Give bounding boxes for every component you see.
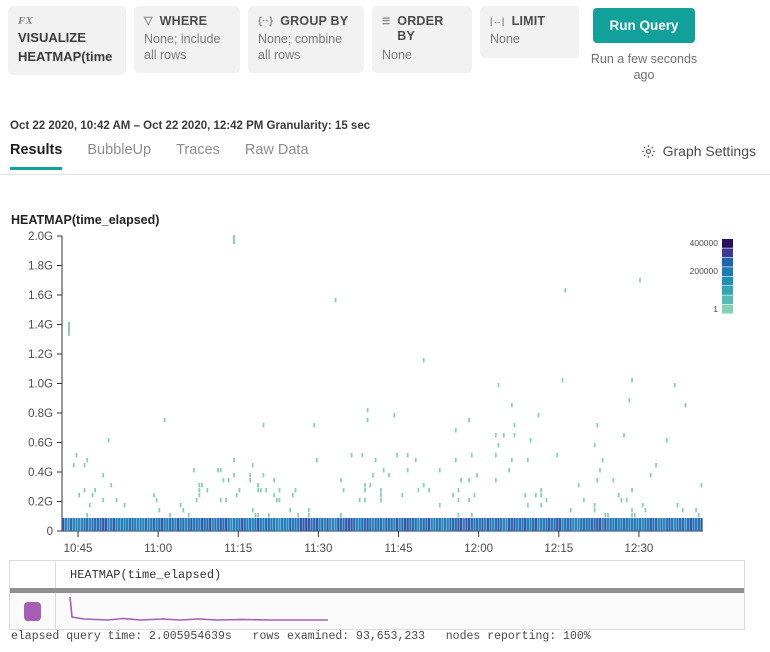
svg-text:1.8G: 1.8G [28,261,53,273]
filter-icon: ▽ [144,14,153,29]
limit-card-value: None [490,32,569,47]
svg-text:0.8G: 0.8G [28,408,53,420]
results-tab-bar: Results BubbleUp Traces Raw Data Graph S… [0,138,770,175]
svg-text:1.2G: 1.2G [28,349,53,361]
svg-text:11:00: 11:00 [144,543,172,554]
query-card-visualize[interactable]: fx VISUALIZE HEATMAP(time [8,6,126,75]
gear-icon [641,144,656,159]
limit-card-header: |↔| LIMIT [490,14,569,29]
table-row[interactable] [10,593,744,629]
svg-text:1.4G: 1.4G [28,320,53,332]
group-by-card-value: None; combine all rows [258,32,354,63]
order-by-card-header: ☰ ORDER BY [382,14,462,45]
svg-text:400000: 400000 [690,238,719,248]
order-by-card-label: ORDER BY [397,14,462,45]
query-card-order-by[interactable]: ☰ ORDER BY None [372,6,472,73]
svg-text:2.0G: 2.0G [28,231,53,243]
svg-text:12:15: 12:15 [544,543,573,554]
svg-text:11:30: 11:30 [304,543,332,554]
table-header-column-label: HEATMAP(time_elapsed) [56,568,221,582]
svg-text:10:45: 10:45 [64,543,93,554]
table-row-swatch-cell [10,593,56,629]
braces-icon: {··} [258,14,273,29]
svg-text:11:45: 11:45 [385,543,413,554]
query-card-limit[interactable]: |↔| LIMIT None [480,6,579,58]
limit-icon: |↔| [490,14,505,29]
svg-text:0.4G: 0.4G [28,467,53,479]
run-query-column: Run Query Run a few seconds ago [589,6,699,83]
query-stats-footer: elapsed query time: 2.005954639s rows ex… [11,630,591,643]
graph-settings-button[interactable]: Graph Settings [641,143,756,159]
heatmap-chart: HEATMAP(time_elapsed) 00.2G0.4G0.6G0.8G1… [0,210,770,555]
group-by-card-header: {··} GROUP BY [258,14,354,29]
run-query-status: Run a few seconds ago [589,52,699,83]
graph-settings-label: Graph Settings [663,143,756,159]
query-card-where[interactable]: ▽ WHERE None; include all rows [134,6,240,73]
visualize-card-header: fx [18,14,116,29]
svg-text:200000: 200000 [690,266,719,276]
results-table: HEATMAP(time_elapsed) [9,560,745,630]
tab-raw-data[interactable]: Raw Data [245,138,309,170]
tab-bubbleup[interactable]: BubbleUp [87,138,151,170]
tab-results[interactable]: Results [10,138,62,170]
series-color-swatch [24,602,41,621]
svg-text:0.6G: 0.6G [28,438,53,450]
chart-canvas[interactable]: 0 0.2G 0.4G 0.6G 0.8G 1.0G 1.2G 1.4G 1.6G 1.8G 2.0… [0,224,770,554]
where-card-header: ▽ WHERE [144,14,230,29]
query-card-group-by[interactable]: {··} GROUP BY None; combine all rows [248,6,364,73]
svg-text:1.0G: 1.0G [28,379,53,391]
order-by-card-value: None [382,48,462,63]
function-icon: fx [18,14,33,29]
svg-text:0.2G: 0.2G [28,497,53,509]
svg-text:12:30: 12:30 [625,543,654,554]
svg-text:1.6G: 1.6G [28,290,53,302]
svg-text:12:00: 12:00 [464,543,493,554]
sparkline-chart [68,595,358,623]
where-card-label: WHERE [160,14,208,29]
tab-traces[interactable]: Traces [176,138,220,170]
run-query-button[interactable]: Run Query [593,8,694,43]
svg-text:0: 0 [47,526,53,538]
table-header-swatch-cell [10,561,56,588]
time-range-label: Oct 22 2020, 10:42 AM – Oct 22 2020, 12:… [10,120,370,132]
limit-card-label: LIMIT [512,14,546,29]
group-by-card-label: GROUP BY [280,14,348,29]
svg-text:1: 1 [713,304,718,314]
query-builder-bar: fx VISUALIZE HEATMAP(time ▽ WHERE None; … [0,0,770,112]
table-header-row: HEATMAP(time_elapsed) [10,561,744,588]
table-row-sparkline-cell [56,595,358,628]
sort-icon: ☰ [382,14,390,29]
visualize-card-label: VISUALIZE [18,30,116,46]
where-card-value: None; include all rows [144,32,230,63]
svg-text:11:15: 11:15 [224,543,252,554]
tabs-group: Results BubbleUp Traces Raw Data [10,138,334,170]
visualize-card-value: HEATMAP(time [18,49,116,65]
